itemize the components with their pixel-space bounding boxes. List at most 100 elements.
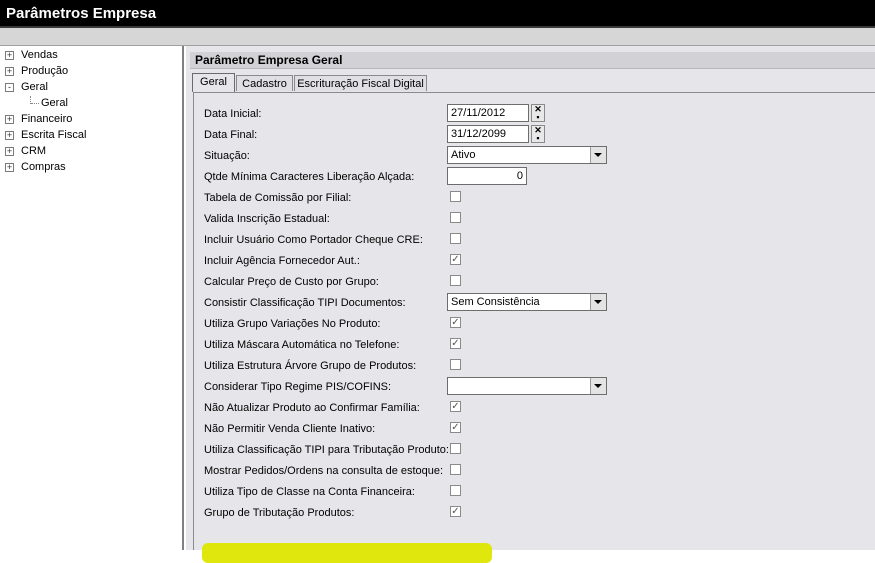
tree-item-label: Escrita Fiscal — [21, 129, 87, 141]
row-situacao: Situação: Ativo — [204, 145, 874, 165]
mostrar-pedidos-label: Mostrar Pedidos/Ordens na consulta de es… — [204, 465, 444, 477]
row-nao-permitir: Não Permitir Venda Cliente Inativo: ✓ — [204, 418, 874, 438]
incluir-agencia-checkbox[interactable]: ✓ — [450, 254, 461, 265]
expand-icon[interactable]: + — [5, 131, 14, 140]
data-inicial-input[interactable]: 27/11/2012 — [447, 104, 529, 122]
considerar-regime-select[interactable] — [447, 377, 607, 395]
nao-permitir-label: Não Permitir Venda Cliente Inativo: — [204, 423, 376, 435]
utiliza-tipo-classe-checkbox[interactable] — [450, 485, 461, 496]
row-incluir-agencia: Incluir Agência Fornecedor Aut.: ✓ — [204, 250, 874, 270]
consistir-tipi-value: Sem Consistência — [451, 296, 540, 308]
row-calcular-preco: Calcular Preço de Custo por Grupo: — [204, 271, 874, 291]
row-utiliza-estrutura: Utiliza Estrutura Árvore Grupo de Produt… — [204, 355, 874, 375]
utiliza-estrutura-label: Utiliza Estrutura Árvore Grupo de Produt… — [204, 360, 417, 372]
row-considerar-regime: Considerar Tipo Regime PIS/COFINS: — [204, 376, 874, 396]
tree-item-label: Financeiro — [21, 113, 73, 125]
tree-item-label: CRM — [21, 145, 47, 157]
panel-title: Parâmetro Empresa Geral — [195, 53, 343, 67]
data-inicial-label: Data Inicial: — [204, 108, 262, 120]
incluir-agencia-label: Incluir Agência Fornecedor Aut.: — [204, 255, 360, 267]
row-grupo-tributacao: Grupo de Tributação Produtos: ✓ — [204, 502, 874, 522]
tree-item-vendas[interactable]: + Vendas — [0, 48, 180, 63]
situacao-select[interactable]: Ativo — [447, 146, 607, 164]
expand-icon[interactable]: + — [5, 51, 14, 60]
expand-icon[interactable]: + — [5, 115, 14, 124]
tree-item-geral-child[interactable]: Geral — [20, 96, 180, 111]
row-data-final: Data Final: 31/12/2099 ✕ ▪ — [204, 124, 874, 144]
utiliza-classificacao-tipi-label: Utiliza Classificação TIPI para Tributaç… — [204, 444, 449, 456]
situacao-value: Ativo — [451, 149, 476, 161]
valida-inscricao-checkbox[interactable] — [450, 212, 461, 223]
utiliza-mascara-label: Utiliza Máscara Automática no Telefone: — [204, 339, 400, 351]
data-final-label: Data Final: — [204, 129, 258, 141]
row-utiliza-tipo-classe: Utiliza Tipo de Classe na Conta Financei… — [204, 481, 874, 501]
situacao-label: Situação: — [204, 150, 250, 162]
tree-item-geral[interactable]: - Geral — [0, 80, 180, 95]
dropdown-arrow-icon[interactable] — [590, 378, 606, 394]
highlight-mark — [202, 543, 492, 563]
utiliza-grupo-variacoes-label: Utiliza Grupo Variações No Produto: — [204, 318, 381, 330]
consistir-tipi-select[interactable]: Sem Consistência — [447, 293, 607, 311]
utiliza-mascara-checkbox[interactable]: ✓ — [450, 338, 461, 349]
tree-item-compras[interactable]: + Compras — [0, 160, 180, 175]
incluir-usuario-label: Incluir Usuário Como Portador Cheque CRE… — [204, 234, 423, 246]
tree-item-crm[interactable]: + CRM — [0, 144, 180, 159]
consistir-tipi-label: Consistir Classificação TIPI Documentos: — [204, 297, 406, 309]
dropdown-arrow-icon[interactable] — [590, 294, 606, 310]
utiliza-grupo-variacoes-checkbox[interactable]: ✓ — [450, 317, 461, 328]
tree-item-label: Produção — [21, 65, 69, 77]
tree-item-escrita-fiscal[interactable]: + Escrita Fiscal — [0, 128, 180, 143]
dropdown-arrow-icon[interactable] — [590, 147, 606, 163]
expand-icon[interactable]: + — [5, 163, 14, 172]
nao-atualizar-checkbox[interactable]: ✓ — [450, 401, 461, 412]
panel-header: Parâmetro Empresa Geral — [190, 52, 875, 69]
row-incluir-usuario: Incluir Usuário Como Portador Cheque CRE… — [204, 229, 874, 249]
row-consistir-tipi: Consistir Classificação TIPI Documentos:… — [204, 292, 874, 312]
utiliza-classificacao-tipi-checkbox[interactable] — [450, 443, 461, 454]
main-panel: Parâmetro Empresa Geral Geral Cadastro E… — [186, 46, 875, 563]
tab-escrituracao-fiscal-digital[interactable]: Escrituração Fiscal Digital — [294, 75, 427, 91]
expand-icon[interactable]: + — [5, 147, 14, 156]
tab-cadastro[interactable]: Cadastro — [236, 75, 293, 91]
calcular-preco-checkbox[interactable] — [450, 275, 461, 286]
tree-item-producao[interactable]: + Produção — [0, 64, 180, 79]
incluir-usuario-checkbox[interactable] — [450, 233, 461, 244]
mostrar-pedidos-checkbox[interactable] — [450, 464, 461, 475]
window-titlebar: Parâmetros Empresa — [0, 0, 875, 28]
row-qtde-minima: Qtde Mínima Caracteres Liberação Alçada:… — [204, 166, 874, 186]
tree-item-financeiro[interactable]: + Financeiro — [0, 112, 180, 127]
grupo-tributacao-checkbox[interactable]: ✓ — [450, 506, 461, 517]
row-data-inicial: Data Inicial: 27/11/2012 ✕ ▪ — [204, 103, 874, 123]
utiliza-estrutura-checkbox[interactable] — [450, 359, 461, 370]
nao-permitir-checkbox[interactable]: ✓ — [450, 422, 461, 433]
collapse-icon[interactable]: - — [5, 83, 14, 92]
valida-inscricao-label: Valida Inscrição Estadual: — [204, 213, 330, 225]
row-nao-atualizar: Não Atualizar Produto ao Confirmar Famíl… — [204, 397, 874, 417]
expand-icon[interactable]: + — [5, 67, 14, 76]
window-title: Parâmetros Empresa — [6, 5, 157, 22]
tabela-comissao-checkbox[interactable] — [450, 191, 461, 202]
row-utiliza-classificacao-tipi: Utiliza Classificação TIPI para Tributaç… — [204, 439, 874, 459]
qtde-minima-label: Qtde Mínima Caracteres Liberação Alçada: — [204, 171, 415, 183]
toolbar — [0, 28, 875, 46]
considerar-regime-label: Considerar Tipo Regime PIS/COFINS: — [204, 381, 392, 393]
row-tabela-comissao: Tabela de Comissão por Filial: — [204, 187, 874, 207]
tree-item-label: Geral — [21, 81, 48, 93]
tree-item-label: Vendas — [21, 49, 58, 61]
tree-item-label: Compras — [21, 161, 66, 173]
row-mostrar-pedidos: Mostrar Pedidos/Ordens na consulta de es… — [204, 460, 874, 480]
utiliza-tipo-classe-label: Utiliza Tipo de Classe na Conta Financei… — [204, 486, 415, 498]
navigation-tree: + Vendas + Produção - Geral Geral + Fina… — [0, 46, 184, 550]
data-final-input[interactable]: 31/12/2099 — [447, 125, 529, 143]
nao-atualizar-label: Não Atualizar Produto ao Confirmar Famíl… — [204, 402, 420, 414]
calcular-preco-label: Calcular Preço de Custo por Grupo: — [204, 276, 379, 288]
clear-date-icon[interactable]: ✕ ▪ — [531, 125, 545, 143]
qtde-minima-input[interactable]: 0 — [447, 167, 527, 185]
tabela-comissao-label: Tabela de Comissão por Filial: — [204, 192, 352, 204]
row-utiliza-grupo-variacoes: Utiliza Grupo Variações No Produto: ✓ — [204, 313, 874, 333]
tab-geral[interactable]: Geral — [192, 73, 235, 92]
form-content: Data Inicial: 27/11/2012 ✕ ▪ Data Final: … — [193, 92, 875, 563]
clear-date-icon[interactable]: ✕ ▪ — [531, 104, 545, 122]
row-valida-inscricao: Valida Inscrição Estadual: — [204, 208, 874, 228]
row-utiliza-mascara: Utiliza Máscara Automática no Telefone: … — [204, 334, 874, 354]
